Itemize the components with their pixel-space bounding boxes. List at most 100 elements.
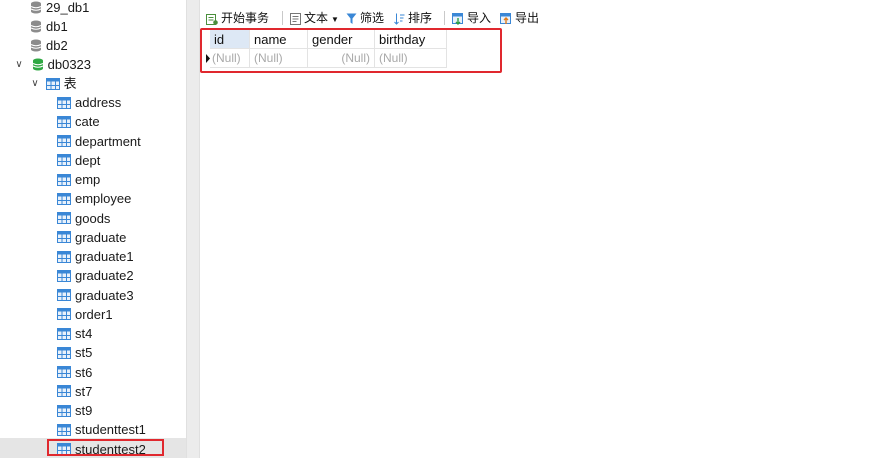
begin-transaction-label: 开始事务	[221, 11, 270, 25]
tree-item-table[interactable]: employee	[57, 188, 131, 207]
database-icon	[30, 1, 42, 14]
tree-item-label: dept	[75, 152, 101, 168]
table-icon	[57, 250, 71, 263]
tree-item-label: graduate1	[75, 249, 134, 265]
tree-item-table[interactable]: emp	[57, 169, 100, 188]
table-icon	[57, 192, 71, 205]
tree-item-table[interactable]: studenttest1	[57, 419, 146, 438]
grid-cell-birthday[interactable]: (Null)	[375, 49, 447, 68]
text-icon	[290, 12, 301, 25]
tree-item-label: emp	[75, 172, 101, 188]
tree-item-table[interactable]: st6	[57, 362, 92, 381]
tree-item-label: 表	[63, 76, 77, 92]
pane-splitter[interactable]	[186, 0, 200, 458]
import-button[interactable]: 导入	[452, 8, 491, 28]
table-icon	[57, 327, 71, 340]
selected-table-highlight-box	[47, 439, 164, 456]
text-view-label: 文本	[304, 11, 329, 25]
column-header-gender[interactable]: gender	[308, 30, 375, 49]
table-icon	[57, 289, 71, 302]
table-icon	[57, 423, 71, 436]
table-icon	[57, 308, 71, 321]
tree-item-table[interactable]: goods	[57, 208, 110, 227]
table-icon	[57, 173, 71, 186]
table-icon	[57, 366, 71, 379]
tree-item-db-29_db1[interactable]: 29_db1	[30, 0, 89, 16]
tree-item-tables-group[interactable]: ∨ 表	[30, 73, 77, 93]
table-icon	[57, 154, 71, 167]
tree-item-label: studenttest1	[75, 422, 146, 438]
tree-item-label: st5	[75, 345, 93, 361]
toolbar-divider	[444, 11, 445, 25]
tree-item-label: st6	[75, 364, 93, 380]
grid-cell-name[interactable]: (Null)	[250, 49, 308, 68]
data-toolbar: 开始事务 文本 ▼ 筛选 排序 导入 导出	[200, 8, 878, 28]
tree-item-label: employee	[75, 191, 132, 207]
table-icon	[57, 115, 71, 128]
database-open-icon	[32, 58, 43, 71]
text-view-button[interactable]: 文本 ▼	[290, 8, 339, 28]
tree-item-table[interactable]: order1	[57, 304, 113, 323]
table-data-pane: 开始事务 文本 ▼ 筛选 排序 导入 导出 id name gender birt…	[200, 0, 878, 458]
export-label: 导出	[515, 11, 540, 25]
table-icon	[57, 96, 71, 109]
tree-item-table[interactable]: graduate1	[57, 246, 134, 265]
tree-item-table[interactable]: st4	[57, 323, 92, 342]
tree-item-table[interactable]: st5	[57, 342, 92, 361]
filter-button[interactable]: 筛选	[346, 8, 384, 28]
tree-item-table[interactable]: dept	[57, 150, 100, 169]
chevron-down-icon[interactable]: ∨	[30, 74, 40, 93]
tree-item-label: db0323	[47, 57, 92, 73]
import-icon	[452, 12, 463, 25]
sort-label: 排序	[408, 11, 433, 25]
tree-item-table[interactable]: graduate	[57, 227, 126, 246]
begin-transaction-button[interactable]: 开始事务	[206, 8, 269, 28]
tree-item-label: address	[75, 95, 122, 111]
tree-item-db-db0323[interactable]: ∨ db0323	[14, 54, 91, 73]
tree-item-db-db2[interactable]: db2	[30, 35, 68, 54]
import-label: 导入	[467, 11, 492, 25]
column-header-name[interactable]: name	[250, 30, 308, 49]
database-icon	[30, 39, 42, 52]
dropdown-arrow-icon: ▼	[331, 15, 339, 24]
tree-item-label: goods	[75, 210, 111, 226]
tree-item-label: order1	[75, 306, 113, 322]
tree-item-table[interactable]: department	[57, 131, 141, 150]
tree-item-db-db1[interactable]: db1	[30, 16, 68, 35]
tree-item-label: st7	[75, 383, 93, 399]
tree-item-label: graduate2	[75, 268, 134, 284]
sort-icon	[394, 13, 405, 25]
tree-item-label: 29_db1	[46, 0, 90, 16]
tree-item-label: st4	[75, 326, 93, 342]
toolbar-divider	[282, 11, 283, 25]
tree-item-label: st9	[75, 403, 93, 419]
filter-icon	[346, 13, 357, 24]
chevron-down-icon[interactable]: ∨	[14, 55, 24, 74]
tree-item-table[interactable]: graduate3	[57, 285, 134, 304]
tree-item-table[interactable]: address	[57, 92, 121, 111]
export-button[interactable]: 导出	[500, 8, 539, 28]
tree-item-table[interactable]: graduate2	[57, 265, 134, 284]
filter-label: 筛选	[360, 11, 385, 25]
tree-item-label: graduate3	[75, 287, 134, 303]
tree-item-label: db2	[46, 38, 68, 54]
table-icon	[57, 404, 71, 417]
tree-item-label: db1	[46, 19, 68, 35]
tree-item-label: department	[75, 133, 141, 149]
table-icon	[57, 135, 71, 148]
export-icon	[500, 12, 511, 24]
database-icon	[30, 20, 42, 33]
table-icon	[57, 212, 71, 225]
column-header-id[interactable]: id	[210, 30, 250, 49]
tree-item-table[interactable]: cate	[57, 111, 100, 130]
tree-item-table[interactable]: st7	[57, 381, 92, 400]
grid-cell-gender[interactable]: (Null)	[308, 49, 375, 68]
table-icon	[57, 346, 71, 359]
table-icon	[57, 269, 71, 282]
table-group-icon	[45, 77, 60, 90]
tree-item-label: graduate	[75, 229, 127, 245]
tree-item-table[interactable]: st9	[57, 400, 92, 419]
grid-cell-id[interactable]: (Null)	[210, 49, 250, 68]
sort-button[interactable]: 排序	[394, 8, 432, 28]
column-header-birthday[interactable]: birthday	[375, 30, 447, 49]
